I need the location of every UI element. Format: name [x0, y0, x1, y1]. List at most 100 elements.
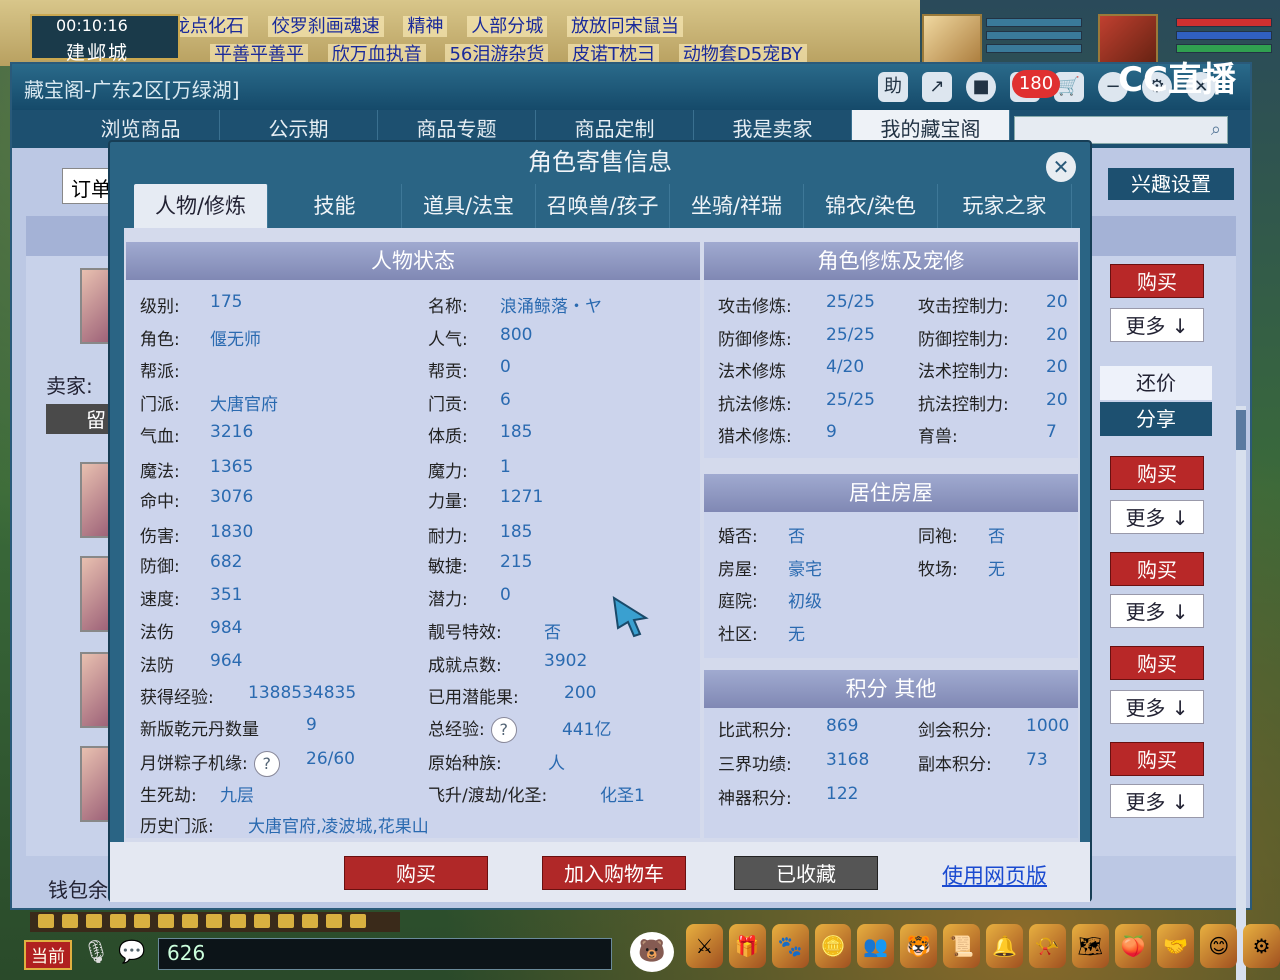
tab-mounts[interactable]: 坐骑/祥瑞 [670, 184, 804, 228]
stat-row: 新版乾元丹数量 9 [140, 715, 317, 740]
stat-value: 初级 [788, 592, 822, 612]
points-panel: 积分 其他 比武积分: 869 三界功绩: 3168 神器积分: 122 剑会积分: 1000… [704, 670, 1078, 838]
chest-icon[interactable]: 🎁 [728, 924, 766, 968]
stat-label: 力量: [428, 492, 468, 512]
stat-value: 25/25 [826, 324, 875, 345]
favorited-button[interactable]: 已收藏 [734, 856, 878, 890]
stat-value: 无 [988, 559, 1005, 580]
search-icon[interactable]: ⌕ [1211, 119, 1221, 140]
stat-label: 级别: [140, 297, 180, 317]
map-icon[interactable]: 🗺 [1071, 924, 1109, 968]
stat-row: 获得经验: 1388534835 [140, 683, 356, 708]
news-item[interactable]: 佼罗刹画魂速 [267, 16, 384, 37]
quick-toolbar[interactable] [30, 912, 400, 932]
cultivation-header: 角色修炼及宠修 [704, 242, 1078, 280]
stat-value: 1 [500, 457, 511, 477]
stat-value: 无 [788, 624, 805, 645]
weapon-icon[interactable]: ⚔ [686, 924, 723, 968]
stat-row: 牧场: 无 [918, 555, 1005, 580]
pet-icon[interactable]: 🐾 [771, 924, 809, 968]
close-icon[interactable]: ✕ [1046, 152, 1076, 182]
buy-button[interactable]: 购买 [1110, 646, 1204, 680]
tab-character[interactable]: 人物/修炼 [134, 184, 268, 228]
stat-label: 神器积分: [718, 789, 792, 809]
stat-value: 1000 [1026, 716, 1070, 736]
more-button[interactable]: 更多 ↓ [1110, 308, 1204, 342]
handshake-icon[interactable]: 🤝 [1157, 924, 1195, 968]
tab-home[interactable]: 玩家之家 [938, 184, 1072, 228]
cultivation-panel: 角色修炼及宠修 攻击修炼: 25/25 防御修炼: 25/25 法术修炼 4/20 抗法修炼… [704, 242, 1078, 458]
more-button[interactable]: 更多 ↓ [1110, 500, 1204, 534]
chat-bubble-icon[interactable]: 💬 [118, 940, 150, 968]
stat-row: 月饼粽子机缘:? 26/60 [140, 749, 355, 777]
news-item[interactable]: 放放冋宋鼠当 [566, 16, 683, 37]
horn-icon[interactable]: 📯 [1028, 924, 1066, 968]
stat-row: 魔法: 1365 [140, 457, 253, 482]
tab-summons[interactable]: 召唤兽/孩子 [536, 184, 670, 228]
buy-button[interactable]: 购买 [1110, 264, 1204, 298]
stat-label: 门派: [140, 395, 180, 415]
tab-items[interactable]: 道具/法宝 [402, 184, 536, 228]
more-button[interactable]: 更多 ↓ [1110, 594, 1204, 628]
stat-row: 命中: 3076 [140, 487, 253, 512]
buy-button[interactable]: 购买 [1110, 552, 1204, 586]
more-button[interactable]: 更多 ↓ [1110, 690, 1204, 724]
news-item[interactable]: 人部分城 [467, 16, 548, 37]
stat-label: 魔力: [428, 462, 468, 482]
stat-label: 猎术修炼: [718, 427, 792, 447]
buy-button[interactable]: 购买 [1110, 456, 1204, 490]
wallet-label: 钱包余 [48, 878, 108, 902]
bargain-button[interactable]: 还价 [1100, 366, 1212, 400]
tab-outfits[interactable]: 锦衣/染色 [804, 184, 938, 228]
stat-value: 984 [210, 618, 243, 638]
stat-value: 73 [1026, 750, 1048, 770]
help-icon[interactable]: 助 [878, 72, 908, 102]
system-icon[interactable]: ⚙ [1243, 924, 1280, 968]
coin-icon[interactable]: 🪙 [814, 924, 852, 968]
stat-value: 1830 [210, 522, 254, 542]
stat-label: 体质: [428, 427, 468, 447]
bear-icon[interactable]: 🐻 [630, 932, 674, 972]
stat-label: 三界功绩: [718, 755, 792, 775]
interest-settings-button[interactable]: 兴趣设置 [1108, 168, 1234, 200]
stat-row: 角色: 偃无师 [140, 325, 261, 350]
channel-button[interactable]: 当前 [24, 940, 72, 970]
buy-button[interactable]: 购买 [344, 856, 488, 890]
scroll-icon[interactable]: 📜 [943, 924, 981, 968]
stat-label: 伤害: [140, 527, 180, 547]
share-button[interactable]: 分享 [1100, 402, 1212, 436]
stat-row: 魔力: 1 [428, 457, 511, 482]
face-icon[interactable]: 😊 [1200, 924, 1238, 968]
bell-icon[interactable]: 🔔 [986, 924, 1023, 968]
stat-value: 26/60 [306, 749, 355, 769]
list-scrollbar[interactable] [1236, 406, 1246, 980]
team-icon[interactable]: 👥 [857, 924, 895, 968]
stat-value: 3168 [826, 750, 870, 770]
share-arrow-icon[interactable]: ↗ [922, 72, 952, 102]
help-icon[interactable]: ? [490, 717, 517, 743]
stat-row: 三界功绩: 3168 [718, 750, 869, 775]
chat-input[interactable]: 626 [158, 938, 612, 970]
stat-row: 防御控制力: 20 [918, 325, 1068, 350]
more-button[interactable]: 更多 ↓ [1110, 784, 1204, 818]
stat-row: 原始种族: 人 [428, 749, 565, 774]
stat-value: 122 [826, 784, 859, 804]
news-item[interactable]: 精神 [403, 16, 448, 37]
peach-icon[interactable]: 🍑 [1114, 924, 1152, 968]
dialog-title: 角色寄售信息 [528, 148, 672, 176]
microphone-icon[interactable]: 🎙 [82, 940, 110, 968]
help-icon[interactable]: ? [253, 751, 280, 777]
web-version-link[interactable]: 使用网页版 [942, 860, 1047, 890]
stat-value: 215 [500, 552, 533, 572]
tab-skills[interactable]: 技能 [268, 184, 402, 228]
tiger-icon[interactable]: 🐯 [900, 924, 938, 968]
stop-icon[interactable]: ■ [966, 72, 996, 102]
stat-value: 否 [988, 527, 1005, 547]
stat-row: 门贡: 6 [428, 390, 511, 415]
stat-value: 20 [1046, 357, 1068, 377]
stat-value: 25/25 [826, 389, 875, 410]
seller-label: 卖家: [46, 374, 93, 398]
stat-value: 1365 [210, 457, 254, 477]
buy-button[interactable]: 购买 [1110, 742, 1204, 776]
add-to-cart-button[interactable]: 加入购物车 [542, 856, 686, 890]
